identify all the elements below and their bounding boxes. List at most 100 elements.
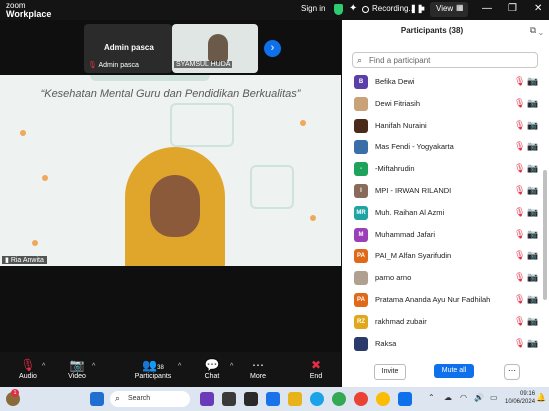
participants-panel: Participants (38) ⧉ ⌄ ⌕ Find a participa… [342, 20, 549, 387]
muted-mic-icon[interactable]: 🎙 [514, 316, 525, 327]
search-placeholder: Find a participant [369, 56, 431, 65]
participant-row[interactable]: - -Miftahrudin 🎙 📷 [342, 159, 542, 181]
participant-row[interactable]: Dewi Fitriasih 🎙 📷 [342, 94, 542, 116]
participant-row[interactable]: Mas Fendi - Yogyakarta 🎙 📷 [342, 137, 542, 159]
tray-app-icon[interactable]: ☁ [444, 393, 452, 402]
notification-badge: 1 [11, 389, 19, 397]
video-button[interactable]: 📷 Video [57, 352, 97, 380]
thumbnail-admin-pasca[interactable]: Admin pasca 🎙 Admin pasca [84, 24, 172, 73]
more-button[interactable]: ⋯ More [238, 352, 278, 380]
participant-row[interactable]: PA Pratama Ananda Ayu Nur Fadhilah 🎙 📷 [342, 290, 542, 312]
participant-row[interactable]: M Muhammad Jafari 🎙 📷 [342, 225, 542, 247]
app-icon[interactable] [266, 392, 280, 406]
participant-row[interactable]: MR Muh. Raihan Al Azmi 🎙 📷 [342, 203, 542, 225]
close-icon[interactable]: ✕ [534, 3, 542, 14]
clock-date: 10/06/2024 [505, 399, 536, 405]
stop-recording-icon[interactable]: ■ [420, 4, 425, 13]
participant-search-input[interactable]: ⌕ Find a participant [352, 52, 538, 68]
video-off-icon[interactable]: 📷 [527, 338, 538, 349]
participant-avatar [354, 271, 368, 286]
participant-row[interactable]: parno arno 🎙 📷 [342, 268, 542, 290]
taskbar-clock[interactable]: 09:16 10/06/2024 [505, 390, 535, 406]
muted-mic-icon[interactable]: 🎙 [514, 272, 525, 283]
chrome-icon[interactable] [376, 392, 390, 406]
participant-row[interactable]: RZ rakhmad zubair 🎙 📷 [342, 312, 542, 334]
file-explorer-icon[interactable] [288, 392, 302, 406]
view-grid-icon: ▦ [456, 3, 464, 12]
taskbar-search[interactable]: ⌕ Search [110, 391, 190, 407]
minimize-icon[interactable]: — [482, 3, 492, 14]
participant-row[interactable]: Raksa 🎙 📷 [342, 334, 542, 356]
muted-mic-icon[interactable]: 🎙 [514, 76, 525, 87]
muted-mic-icon[interactable]: 🎙 [514, 141, 525, 152]
shield-icon[interactable] [334, 4, 343, 15]
participant-name: rakhmad zubair [375, 316, 427, 326]
wifi-icon[interactable]: ◠ [460, 393, 467, 402]
video-off-icon[interactable]: 📷 [527, 272, 538, 283]
participant-list-scrollbar[interactable] [543, 170, 547, 300]
video-off-icon[interactable]: 📷 [527, 163, 538, 174]
chrome-icon[interactable] [354, 392, 368, 406]
maximize-icon[interactable]: ❐ [508, 3, 517, 14]
zoom-app-icon[interactable] [398, 392, 412, 406]
video-off-icon[interactable]: 📷 [527, 250, 538, 261]
popout-icon[interactable]: ⧉ [530, 25, 536, 35]
chat-button[interactable]: 💬 Chat [192, 352, 232, 380]
video-options-caret[interactable]: ^ [92, 363, 95, 370]
muted-mic-icon[interactable]: 🎙 [514, 229, 525, 240]
participant-name: -Miftahrudin [375, 164, 415, 174]
more-options-button[interactable]: ⋯ [504, 364, 520, 380]
muted-mic-icon[interactable]: 🎙 [514, 250, 525, 261]
app-icon[interactable] [244, 392, 258, 406]
clock-time: 09:16 [520, 391, 536, 397]
participant-row[interactable]: PA PAI_M Alfan Syarifudin 🎙 📷 [342, 246, 542, 268]
end-button[interactable]: ✖ End [296, 352, 336, 380]
participants-button[interactable]: 👥38 Participants [132, 352, 174, 380]
participant-avatar: - [354, 162, 368, 177]
windows-start-icon[interactable] [90, 392, 104, 406]
chat-options-caret[interactable]: ^ [230, 363, 233, 370]
app-icon[interactable] [200, 392, 214, 406]
chrome-icon[interactable] [332, 392, 346, 406]
participant-row[interactable]: B Befika Dewi 🎙 📷 [342, 72, 542, 94]
video-off-icon[interactable]: 📷 [527, 294, 538, 305]
notifications-icon[interactable]: 🔔 [536, 393, 546, 402]
participant-row[interactable]: I MPI - IRWAN RILANDI 🎙 📷 [342, 181, 542, 203]
sign-in-button[interactable]: Sign in [301, 4, 325, 13]
video-off-icon[interactable]: 📷 [527, 316, 538, 327]
logo-line2: Workplace [6, 9, 52, 19]
video-off-icon[interactable]: 📷 [527, 120, 538, 131]
meeting-controls: 🎙 Audio ^ 📷 Video ^ 👥38 Participants ^ 💬… [0, 352, 341, 387]
mute-all-button[interactable]: Mute all [434, 364, 474, 378]
sparkle-icon[interactable]: ✦ [349, 3, 357, 14]
muted-mic-icon[interactable]: 🎙 [514, 207, 525, 218]
speaker-icon[interactable]: 🔊 [474, 393, 484, 402]
audio-options-caret[interactable]: ^ [42, 363, 45, 370]
muted-mic-icon[interactable]: 🎙 [514, 338, 525, 349]
muted-mic-icon[interactable]: 🎙 [514, 120, 525, 131]
video-off-icon[interactable]: 📷 [527, 185, 538, 196]
recording-status[interactable]: Recording... [372, 4, 415, 13]
participant-name: PAI_M Alfan Syarifudin [375, 251, 452, 261]
edge-icon[interactable] [310, 392, 324, 406]
video-off-icon[interactable]: 📷 [527, 141, 538, 152]
invite-button[interactable]: Invite [374, 364, 406, 380]
video-off-icon[interactable]: 📷 [527, 98, 538, 109]
video-off-icon[interactable]: 📷 [527, 207, 538, 218]
participant-row[interactable]: Hanifah Nuraini 🎙 📷 [342, 116, 542, 138]
thumbnail-syamsul-huda[interactable]: SYAMSUL HUDA [172, 24, 258, 73]
collapse-icon[interactable]: ⌄ [539, 25, 543, 35]
video-off-icon[interactable]: 📷 [527, 76, 538, 87]
windows-taskbar: 1 ⌕ Search ⌃ ☁ ◠ 🔊 ▭ 09:16 10/06/2024 🔔 [0, 387, 549, 411]
task-view-icon[interactable] [222, 392, 236, 406]
participants-options-caret[interactable]: ^ [178, 363, 181, 370]
next-page-button[interactable]: › [264, 40, 281, 57]
muted-mic-icon[interactable]: 🎙 [514, 98, 525, 109]
tray-chevron-icon[interactable]: ⌃ [428, 393, 435, 402]
muted-mic-icon[interactable]: 🎙 [514, 185, 525, 196]
muted-mic-icon[interactable]: 🎙 [514, 163, 525, 174]
view-menu[interactable]: View ▦ [430, 2, 468, 17]
video-off-icon[interactable]: 📷 [527, 229, 538, 240]
battery-icon[interactable]: ▭ [490, 393, 498, 402]
muted-mic-icon[interactable]: 🎙 [514, 294, 525, 305]
